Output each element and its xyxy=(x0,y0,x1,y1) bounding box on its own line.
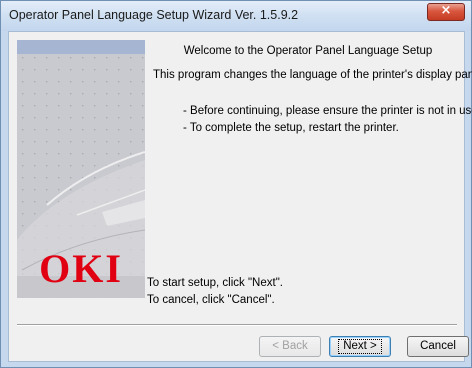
cancel-button[interactable]: Cancel xyxy=(407,336,469,357)
wizard-client-area: OKI Welcome to the Operator Panel Langua… xyxy=(8,31,472,362)
title-bar[interactable]: Operator Panel Language Setup Wizard Ver… xyxy=(1,1,471,31)
next-button-label: Next > xyxy=(338,339,382,354)
wizard-window: Operator Panel Language Setup Wizard Ver… xyxy=(0,0,472,368)
note-printer-not-in-use: - Before continuing, please ensure the p… xyxy=(183,105,472,117)
back-button[interactable]: < Back xyxy=(259,336,321,357)
close-button[interactable]: × xyxy=(427,3,465,21)
close-icon: × xyxy=(440,3,452,18)
button-separator xyxy=(17,324,457,326)
next-button[interactable]: Next > xyxy=(329,336,391,357)
welcome-heading: Welcome to the Operator Panel Language S… xyxy=(183,45,433,57)
back-button-label: < Back xyxy=(272,340,308,352)
note-restart-printer: - To complete the setup, restart the pri… xyxy=(183,122,399,134)
window-title: Operator Panel Language Setup Wizard Ver… xyxy=(9,8,299,22)
cancel-button-label: Cancel xyxy=(420,340,456,352)
wizard-content: Welcome to the Operator Panel Language S… xyxy=(9,32,472,361)
start-instruction: To start setup, click "Next". xyxy=(147,277,283,289)
program-description: This program changes the language of the… xyxy=(153,69,472,81)
cancel-instruction: To cancel, click "Cancel". xyxy=(147,294,275,306)
